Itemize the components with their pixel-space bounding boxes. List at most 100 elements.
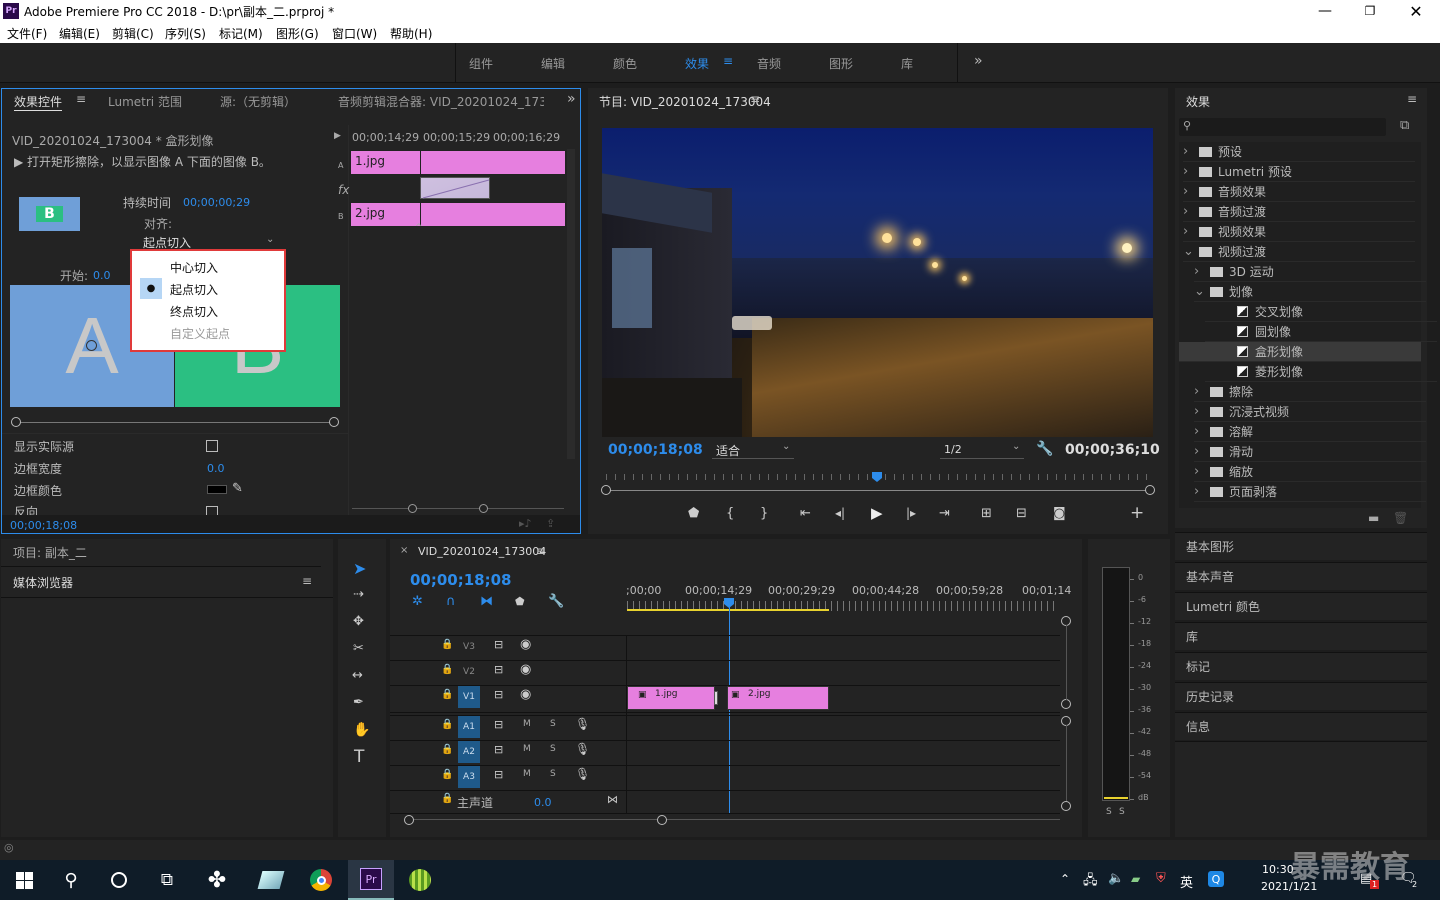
go-to-out-icon[interactable]: ⇥ bbox=[939, 506, 950, 521]
close-sequence-icon[interactable]: × bbox=[400, 545, 408, 556]
timeline-hscroll-left[interactable] bbox=[404, 815, 414, 825]
border-color-swatch[interactable] bbox=[207, 485, 227, 494]
network-icon[interactable]: 🖧 bbox=[1083, 871, 1098, 893]
track-lock-icon[interactable]: 🔒 bbox=[441, 719, 453, 730]
essential-graphics-panel[interactable]: 基本图形 bbox=[1175, 532, 1427, 560]
effects-tree-item[interactable]: › 3D 运动 bbox=[1194, 262, 1426, 282]
track-target-v2[interactable]: V2 bbox=[458, 661, 480, 683]
delete-icon[interactable]: 🗑 bbox=[1393, 511, 1408, 525]
master-volume[interactable]: 0.0 bbox=[534, 796, 552, 809]
input-language[interactable]: 英 bbox=[1180, 872, 1193, 891]
more-workspaces-icon[interactable]: » bbox=[974, 53, 983, 69]
track-target-a2[interactable]: A2 bbox=[458, 741, 480, 763]
reverse-checkbox[interactable] bbox=[206, 506, 218, 515]
menu-sequence[interactable]: 序列(S) bbox=[165, 25, 206, 42]
info-panel[interactable]: 信息 bbox=[1175, 712, 1427, 740]
history-panel[interactable]: 历史记录 bbox=[1175, 682, 1427, 710]
menu-edit[interactable]: 编辑(E) bbox=[59, 25, 100, 42]
master-fade-icon[interactable]: ⋈ bbox=[607, 793, 618, 806]
effects-tree-item[interactable]: 盒形划像 bbox=[1179, 342, 1421, 362]
track-solo-button[interactable]: S bbox=[550, 719, 556, 729]
menu-window[interactable]: 窗口(W) bbox=[332, 25, 377, 42]
mini-scroll-right[interactable] bbox=[479, 504, 488, 513]
master-lock-icon[interactable]: 🔒 bbox=[441, 793, 453, 804]
tab-effect-controls[interactable]: 效果控件 bbox=[14, 93, 63, 111]
audio-scroll-handle-bottom[interactable] bbox=[1061, 801, 1071, 811]
mark-out-icon[interactable]: } bbox=[760, 506, 768, 521]
selection-tool-icon[interactable]: ➤ bbox=[353, 559, 366, 578]
sync-lock-icon[interactable]: ⊟ bbox=[494, 663, 503, 676]
track-solo-button[interactable]: S bbox=[550, 744, 556, 754]
mini-scroll-left[interactable] bbox=[408, 504, 417, 513]
track-lock-icon[interactable]: 🔒 bbox=[441, 744, 453, 755]
play-icon[interactable]: ▶ bbox=[871, 504, 883, 522]
tab-media-browser[interactable]: 媒体浏览器 bbox=[13, 574, 73, 591]
step-forward-icon[interactable]: |▸ bbox=[906, 506, 916, 520]
effects-menu-icon[interactable]: ≡ bbox=[1407, 92, 1417, 106]
solo-right-button[interactable]: S bbox=[1119, 807, 1125, 817]
add-button-icon[interactable]: + bbox=[1130, 503, 1144, 523]
video-scroll-handle-bottom[interactable] bbox=[1061, 699, 1071, 709]
dropdown-option-start[interactable]: ● 起点切入 bbox=[134, 278, 282, 299]
resolution-select[interactable]: 1/2 ⌄ bbox=[940, 441, 1024, 459]
add-marker-icon[interactable]: ⬟ bbox=[515, 595, 525, 608]
effects-tree-item[interactable]: › 缩放 bbox=[1194, 462, 1426, 482]
media-menu-icon[interactable]: ≡ bbox=[302, 574, 312, 588]
timeline-settings-icon[interactable]: 🔧 bbox=[548, 594, 564, 609]
nest-icon[interactable]: ✲ bbox=[412, 594, 423, 609]
effects-tree-item[interactable]: › 沉浸式视频 bbox=[1194, 402, 1426, 422]
mini-clip-b[interactable]: 2.jpg bbox=[350, 202, 566, 227]
export-frame-icon[interactable]: ◙ bbox=[1053, 506, 1066, 521]
mark-in-icon[interactable]: { bbox=[726, 506, 734, 521]
workspace-libraries[interactable]: 库 bbox=[901, 55, 913, 72]
razor-tool-icon[interactable]: ✂ bbox=[353, 641, 364, 656]
effects-tree-item[interactable]: ⌄ 视频过渡 bbox=[1183, 242, 1415, 262]
effects-tree-item[interactable]: 交叉划像 bbox=[1205, 302, 1437, 322]
timeline-timecode[interactable]: 00;00;18;08 bbox=[410, 571, 512, 589]
program-out-handle[interactable] bbox=[1145, 485, 1155, 495]
export-icon[interactable]: ⇪ bbox=[546, 517, 555, 530]
lumetri-color-panel[interactable]: Lumetri 颜色 bbox=[1175, 592, 1427, 620]
effects-tree-item[interactable]: › 滑动 bbox=[1194, 442, 1426, 462]
effects-tree-item[interactable]: › 音频效果 bbox=[1183, 182, 1415, 202]
new-bin-icon[interactable]: ⧉ bbox=[1400, 118, 1409, 133]
qq-icon[interactable]: Q bbox=[1208, 871, 1224, 887]
workspace-color[interactable]: 颜色 bbox=[613, 55, 637, 72]
workspace-editing[interactable]: 编辑 bbox=[541, 55, 565, 72]
effects-tree-item[interactable]: › 预设 bbox=[1183, 142, 1415, 162]
new-folder-icon[interactable]: ▬ bbox=[1368, 511, 1379, 525]
track-target-v3[interactable]: V3 bbox=[458, 636, 480, 658]
close-button[interactable]: ✕ bbox=[1396, 0, 1436, 22]
show-source-checkbox[interactable] bbox=[206, 440, 218, 452]
workspace-graphics[interactable]: 图形 bbox=[829, 55, 853, 72]
tab-audio-clip-mixer[interactable]: 音频剪辑混合器: VID_20201024_17300 bbox=[338, 93, 544, 110]
effects-tree-item[interactable]: › 擦除 bbox=[1194, 382, 1426, 402]
start-value[interactable]: 0.0 bbox=[93, 269, 111, 282]
effects-tree-item[interactable]: › 视频效果 bbox=[1183, 222, 1415, 242]
wrench-icon[interactable]: 🔧 bbox=[1036, 441, 1053, 457]
sync-lock-icon[interactable]: ⊟ bbox=[494, 743, 503, 756]
libraries-panel[interactable]: 库 bbox=[1175, 622, 1427, 650]
program-menu-icon[interactable]: ≡ bbox=[750, 92, 760, 106]
duration-value[interactable]: 00;00;00;29 bbox=[183, 196, 250, 209]
track-visibility-eye-icon[interactable]: ◉ bbox=[520, 637, 531, 652]
tray-chevron-icon[interactable]: ⌃ bbox=[1060, 872, 1070, 886]
track-lock-icon[interactable]: 🔒 bbox=[441, 664, 453, 675]
restore-button[interactable]: ❐ bbox=[1350, 0, 1390, 22]
effects-tree-item[interactable]: 圆划像 bbox=[1205, 322, 1437, 342]
security-icon[interactable]: ⛨ bbox=[1156, 871, 1166, 886]
work-area-bar[interactable] bbox=[627, 609, 829, 611]
fit-select[interactable]: 适合 ⌄ bbox=[712, 441, 794, 459]
cortana-icon[interactable] bbox=[99, 860, 139, 900]
effects-search-input[interactable]: ⚲ bbox=[1179, 118, 1386, 136]
track-lock-icon[interactable]: 🔒 bbox=[441, 769, 453, 780]
eyedropper-icon[interactable]: ✎ bbox=[232, 481, 243, 496]
sync-lock-icon[interactable]: ⊟ bbox=[494, 688, 503, 701]
workspace-effects[interactable]: 效果 bbox=[685, 55, 709, 72]
task-view-icon[interactable]: ⧉ bbox=[147, 860, 187, 900]
mini-playhead-icon[interactable]: ^ bbox=[415, 223, 423, 233]
tab-lumetri-scopes[interactable]: Lumetri 范围 bbox=[108, 93, 182, 110]
timeline-clip-1[interactable]: ▣ 1.jpg bbox=[627, 686, 715, 710]
border-width-value[interactable]: 0.0 bbox=[207, 462, 225, 475]
track-mute-button[interactable]: M bbox=[523, 769, 531, 779]
